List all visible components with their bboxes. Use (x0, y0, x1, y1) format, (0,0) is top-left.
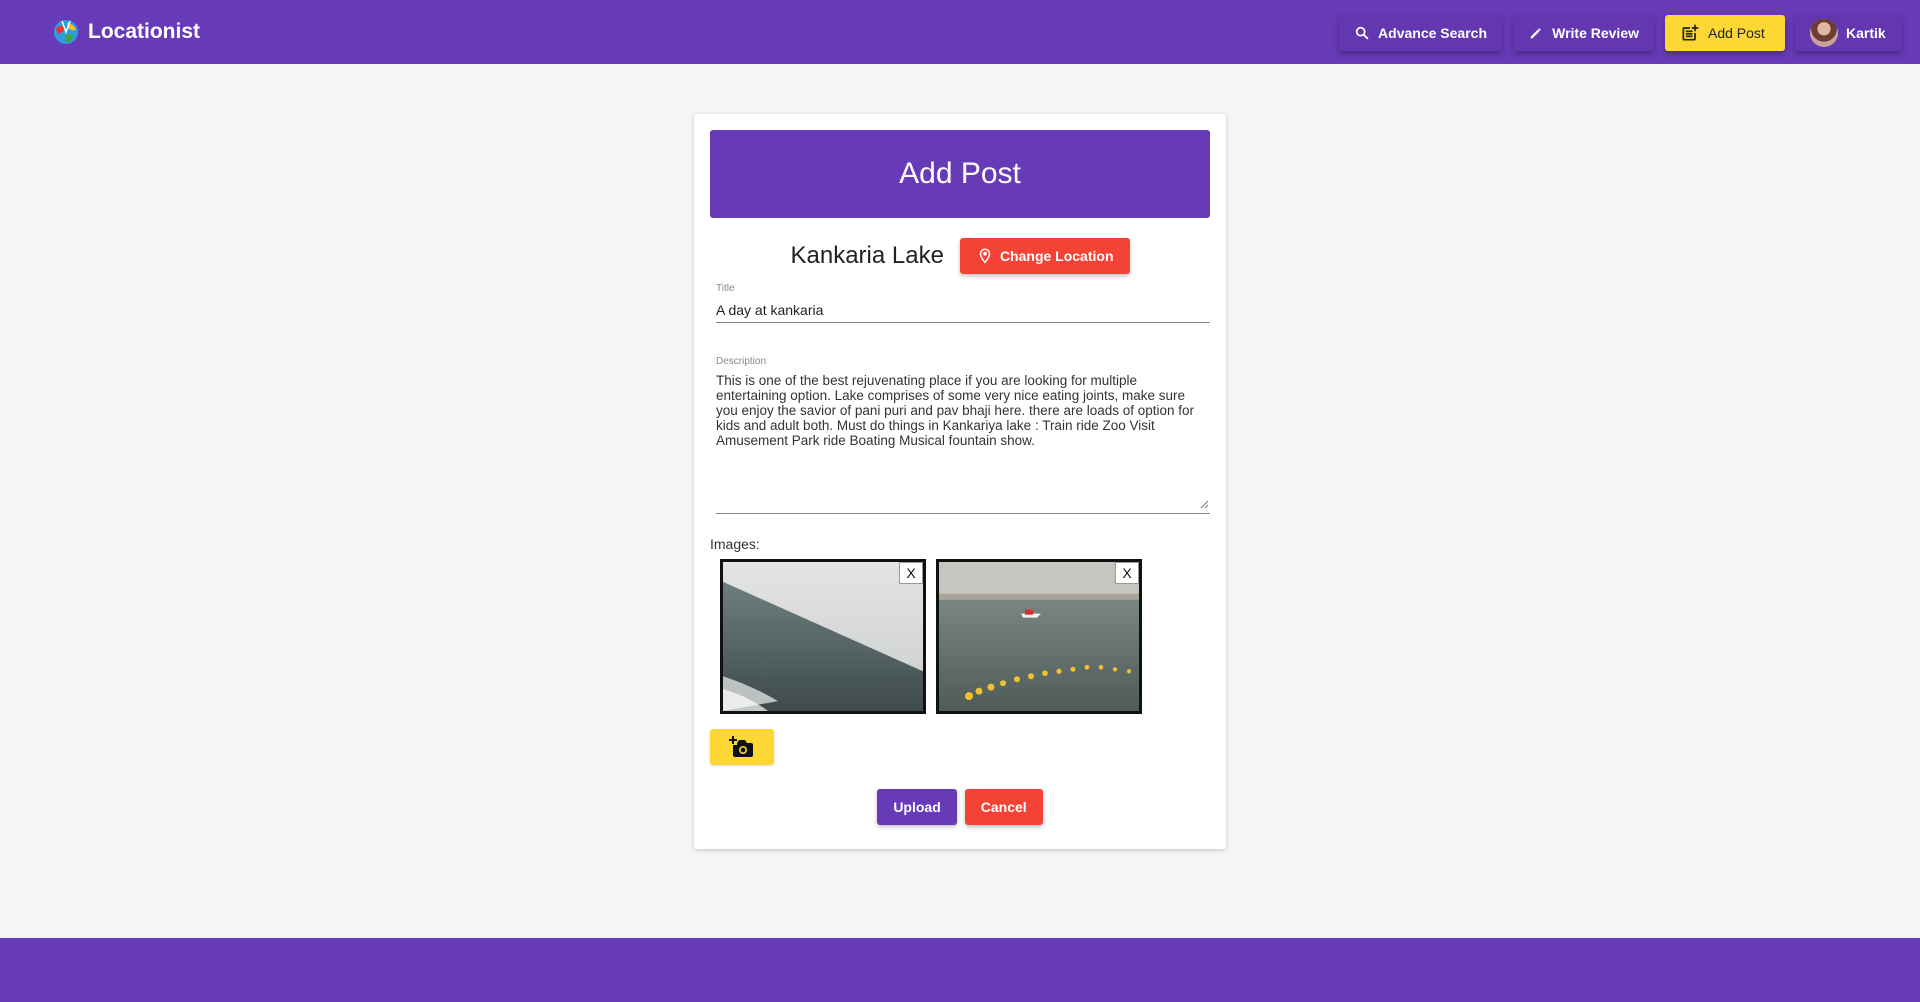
add-post-card: Add Post Kankaria Lake Change Location T… (694, 114, 1226, 849)
change-location-label: Change Location (999, 248, 1114, 264)
footer (0, 938, 1920, 1002)
title-underline (716, 322, 1210, 323)
location-name: Kankaria Lake (790, 242, 944, 269)
add-image-button[interactable] (710, 729, 774, 765)
user-menu-button[interactable]: Kartik (1795, 15, 1902, 51)
location-row: Kankaria Lake Change Location (694, 238, 1226, 274)
write-review-label: Write Review (1552, 25, 1639, 41)
avatar (1810, 19, 1838, 47)
remove-image-button[interactable]: X (1115, 562, 1139, 584)
remove-image-label: X (1122, 565, 1132, 581)
remove-image-label: X (906, 565, 916, 581)
brand[interactable]: Locationist (52, 18, 200, 46)
add-post-button[interactable]: Add Post (1665, 15, 1785, 51)
form-actions: Upload Cancel (694, 789, 1226, 825)
add-post-label: Add Post (1708, 25, 1765, 41)
add-a-photo-icon (729, 736, 753, 757)
write-review-button[interactable]: Write Review (1513, 15, 1654, 51)
advance-search-label: Advance Search (1378, 25, 1487, 41)
image-thumbnail: X (936, 559, 1142, 714)
lake-photo-1 (723, 562, 923, 711)
images-label: Images: (710, 536, 760, 552)
title-input[interactable] (716, 300, 1210, 320)
change-location-button[interactable]: Change Location (959, 238, 1130, 274)
description-textarea[interactable] (716, 373, 1210, 513)
top-navbar: Locationist Advance Search Write Review … (0, 0, 1920, 64)
post-add-icon (1682, 24, 1699, 41)
title-label: Title (716, 283, 735, 294)
location-pin-icon (979, 248, 991, 264)
search-icon (1355, 26, 1369, 40)
user-name: Kartik (1846, 25, 1886, 41)
image-thumbnail: X (720, 559, 926, 714)
card-title: Add Post (710, 130, 1210, 218)
globe-logo-icon (52, 18, 80, 46)
upload-button[interactable]: Upload (877, 789, 957, 825)
cancel-button[interactable]: Cancel (964, 789, 1043, 825)
description-underline (716, 513, 1210, 514)
pencil-icon (1530, 28, 1541, 39)
remove-image-button[interactable]: X (899, 562, 923, 584)
advance-search-button[interactable]: Advance Search (1339, 15, 1502, 51)
resize-grip-icon[interactable] (1199, 499, 1209, 509)
lake-photo-2 (939, 562, 1139, 711)
app-name: Locationist (88, 20, 201, 43)
description-label: Description (716, 356, 767, 367)
